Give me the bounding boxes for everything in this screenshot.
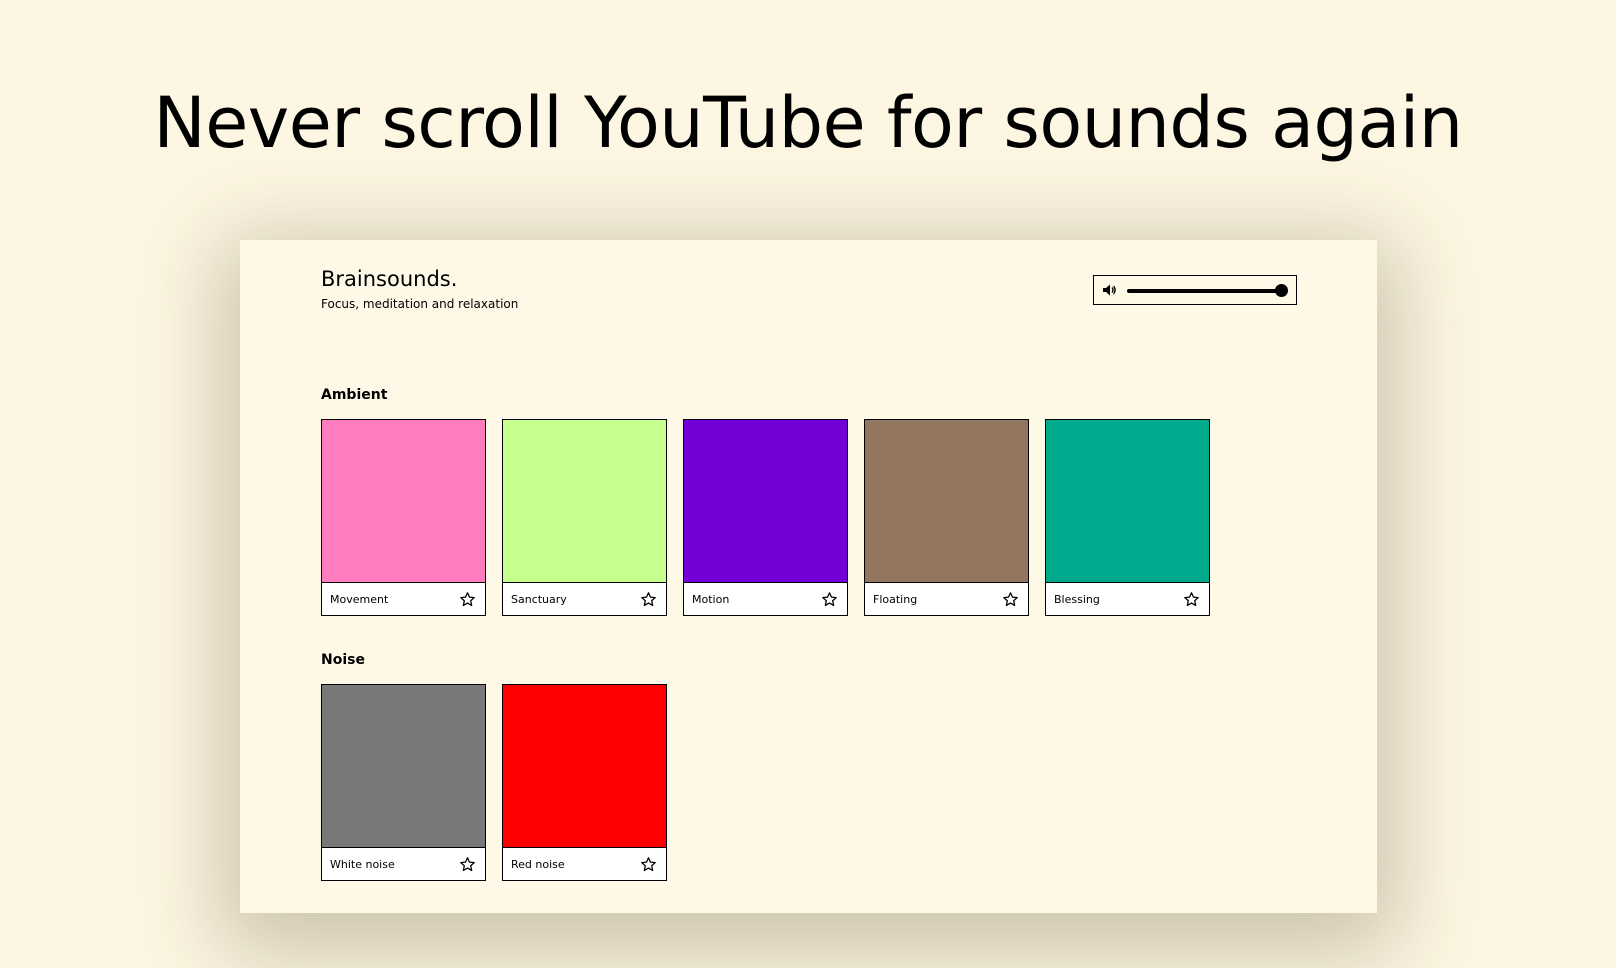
sound-card-swatch[interactable]: [322, 685, 485, 848]
sound-card[interactable]: White noise: [321, 684, 486, 881]
sound-card-footer: White noise: [322, 848, 485, 880]
sound-card-footer: Blessing: [1046, 583, 1209, 615]
sound-card-label: Movement: [330, 592, 389, 606]
sound-card[interactable]: Motion: [683, 419, 848, 616]
sound-card-footer: Sanctuary: [503, 583, 666, 615]
favorite-star-icon[interactable]: [821, 591, 838, 608]
app-subtitle: Focus, meditation and relaxation: [321, 297, 519, 311]
section-title-ambient: Ambient: [321, 387, 388, 403]
favorite-star-icon[interactable]: [459, 591, 476, 608]
sound-card-swatch[interactable]: [1046, 420, 1209, 583]
favorite-star-icon[interactable]: [1002, 591, 1019, 608]
sound-card-swatch[interactable]: [322, 420, 485, 583]
sound-card[interactable]: Red noise: [502, 684, 667, 881]
page-headline: Never scroll YouTube for sounds again: [153, 82, 1463, 164]
sound-card[interactable]: Floating: [864, 419, 1029, 616]
app-title: Brainsounds.: [321, 267, 458, 291]
brand-header: Brainsounds. Focus, meditation and relax…: [321, 265, 518, 313]
sound-card[interactable]: Movement: [321, 419, 486, 616]
volume-control[interactable]: [1093, 275, 1297, 305]
sound-card[interactable]: Sanctuary: [502, 419, 667, 616]
sound-card-footer: Floating: [865, 583, 1028, 615]
noise-sound-grid: White noise Red noise: [321, 684, 667, 881]
speaker-icon[interactable]: [1101, 282, 1117, 298]
section-title-noise: Noise: [321, 652, 365, 668]
sound-card-footer: Movement: [322, 583, 485, 615]
ambient-sound-grid: Movement Sanctuary Motion Floating Blessing: [321, 419, 1210, 616]
sound-card-label: Motion: [692, 592, 730, 606]
favorite-star-icon[interactable]: [640, 591, 657, 608]
sound-card-label: Floating: [873, 592, 918, 606]
sound-card[interactable]: Blessing: [1045, 419, 1210, 616]
sound-card-label: Blessing: [1054, 592, 1100, 606]
sound-card-swatch[interactable]: [503, 420, 666, 583]
sound-card-swatch[interactable]: [865, 420, 1028, 583]
sound-card-footer: Motion: [684, 583, 847, 615]
sound-card-label: White noise: [330, 857, 395, 871]
volume-slider-thumb[interactable]: [1275, 284, 1288, 297]
volume-slider-track[interactable]: [1127, 289, 1285, 293]
sound-card-swatch[interactable]: [684, 420, 847, 583]
sound-card-swatch[interactable]: [503, 685, 666, 848]
sound-card-label: Red noise: [511, 857, 565, 871]
favorite-star-icon[interactable]: [1183, 591, 1200, 608]
sound-card-footer: Red noise: [503, 848, 666, 880]
sound-card-label: Sanctuary: [511, 592, 567, 606]
app-window: Brainsounds. Focus, meditation and relax…: [240, 240, 1377, 913]
favorite-star-icon[interactable]: [640, 856, 657, 873]
favorite-star-icon[interactable]: [459, 856, 476, 873]
